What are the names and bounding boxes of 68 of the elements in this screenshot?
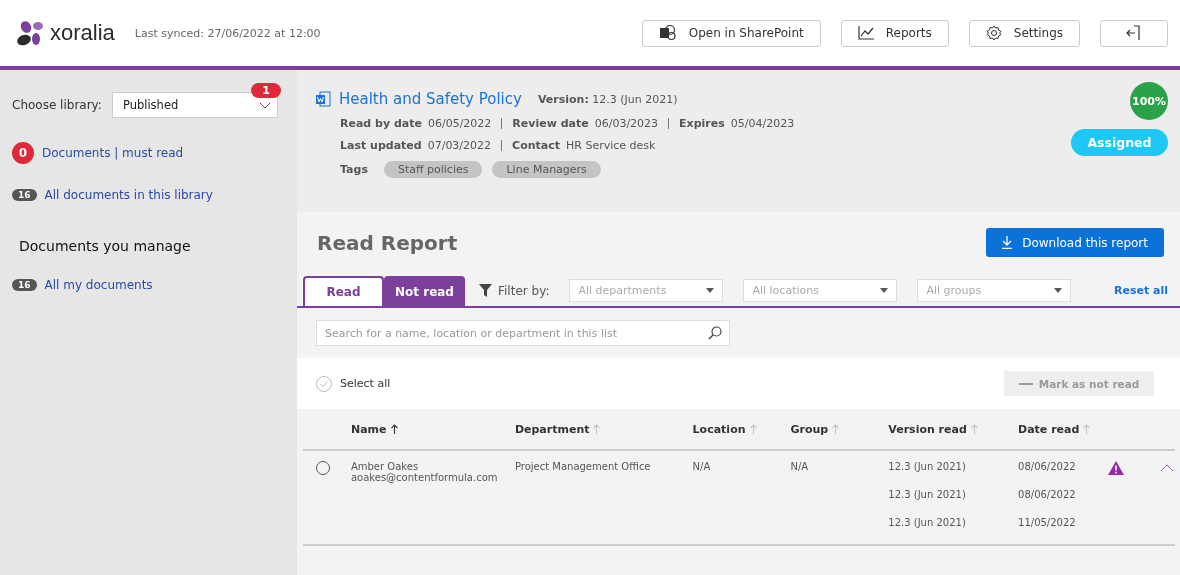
chart-icon	[857, 26, 874, 40]
select-all-label: Select all	[340, 377, 391, 390]
table-cell: Project Management Office	[514, 461, 651, 472]
download-button[interactable]: Download this report	[986, 228, 1164, 257]
library-label: Choose library:	[12, 98, 102, 112]
progress-badge: 100%	[1130, 82, 1168, 120]
section-title: Documents you manage	[18, 238, 192, 254]
table-cell-text: 12.3 (Jun 2021)	[888, 517, 967, 528]
name-cell-text: Amber Oakes aoakes@contentformula.com	[350, 461, 499, 483]
meta-field: Expires 05/04/2023	[679, 117, 795, 130]
report-title: Read Report	[317, 230, 458, 255]
download-icon	[1002, 236, 1013, 249]
table-cell-text: 12.3 (Jun 2021)	[888, 461, 967, 472]
word-document-icon	[315, 91, 331, 107]
chevron-down-icon	[258, 101, 271, 109]
caret-icon	[880, 288, 889, 293]
table-cell: N/A	[692, 461, 711, 472]
count-badge: 16	[12, 189, 37, 201]
column-header[interactable]: Group	[790, 422, 829, 436]
reset-link[interactable]: Reset all	[1114, 284, 1168, 297]
column-header[interactable]: Department	[514, 422, 590, 436]
tag: Line Managers	[492, 161, 601, 178]
table-cell-text: 11/05/2022	[1018, 517, 1077, 528]
meta-field: Contact HR Service desk	[512, 139, 656, 152]
meta-field: Last updated 07/03/2022	[340, 139, 492, 152]
status-badge: Assigned	[1071, 129, 1168, 156]
column-header[interactable]: Location	[692, 422, 746, 436]
logout-button[interactable]	[1100, 19, 1168, 47]
logo-icon	[16, 18, 46, 48]
meta-field: Read by date 06/05/2022	[340, 117, 492, 130]
chevron-up-icon[interactable]	[1160, 464, 1174, 472]
tags-label: Tags	[340, 163, 369, 176]
select-all-checkbox[interactable]	[316, 375, 332, 392]
caret-icon	[1054, 288, 1063, 293]
table-cell-text: 12.3 (Jun 2021)	[888, 489, 967, 500]
table-cell-text: 08/06/2022	[1018, 489, 1077, 500]
filter-label: Filter by:	[498, 283, 550, 298]
search-field[interactable]: Search for a name, location or department in this list	[316, 320, 730, 346]
filter-icon	[479, 284, 492, 297]
last-synced: Last synced: 27/06/2022 at 12:00	[134, 26, 321, 40]
table-cell: N/A	[790, 461, 809, 472]
minus-icon	[1018, 382, 1033, 385]
table-cell-text: 08/06/2022	[1018, 461, 1077, 472]
sidebar-link[interactable]: Documents | must read	[42, 146, 184, 160]
column-header[interactable]: Name	[350, 422, 387, 436]
meta-field: Review date 06/03/2023	[512, 117, 659, 130]
reports-button[interactable]: Reports	[840, 19, 949, 47]
sidebar-link[interactable]: All my documents	[44, 278, 153, 292]
tag: Staff policies	[383, 161, 483, 178]
column-header[interactable]: Date read	[1018, 422, 1080, 436]
sharepoint-icon	[658, 24, 677, 42]
search-icon	[708, 326, 722, 340]
tab[interactable]: Not read	[384, 276, 465, 306]
tab[interactable]: Read	[303, 276, 384, 306]
document-title[interactable]: Health and Safety Policy	[339, 90, 522, 108]
version-text: Version: 12.3 (Jun 2021)	[537, 92, 678, 106]
notification-badge: 1	[251, 83, 281, 98]
column-header[interactable]: Version read	[888, 422, 967, 436]
count-badge: 16	[12, 279, 37, 291]
sharepoint-button[interactable]: Open in SharePoint	[641, 19, 821, 47]
logout-icon	[1126, 25, 1142, 41]
logo-text: xoralia	[50, 20, 115, 46]
count-badge: 0	[12, 142, 34, 164]
caret-icon	[706, 288, 715, 293]
settings-button[interactable]: Settings	[968, 19, 1080, 47]
sort-arrow-icon[interactable]	[390, 423, 398, 434]
settings-icon	[985, 25, 1002, 41]
sidebar-link[interactable]: All documents in this library	[44, 188, 213, 202]
